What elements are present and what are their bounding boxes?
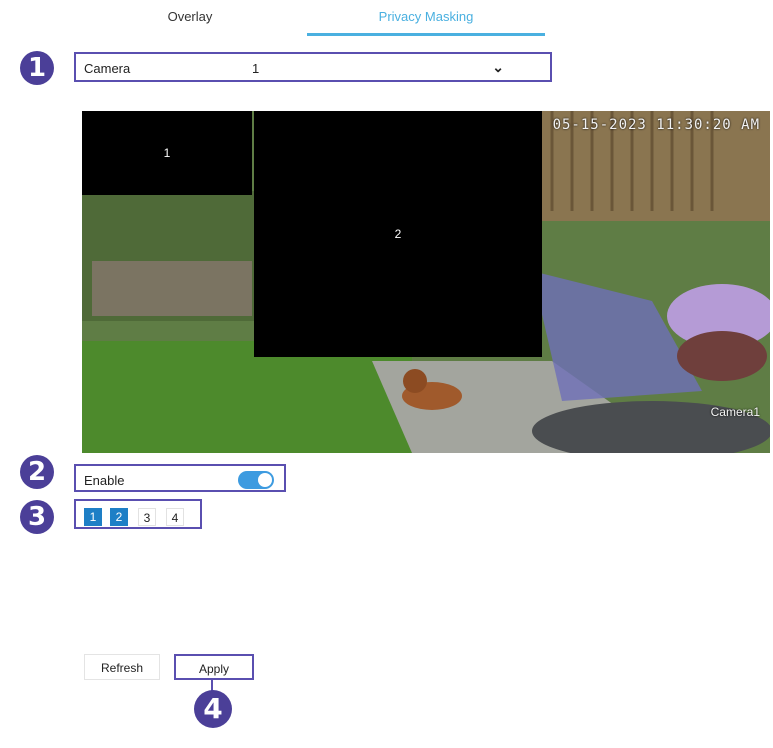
mask-area-selector: 1 2 3 4 [74,499,202,529]
active-tab-indicator [307,33,545,36]
privacy-mask-1-label: 1 [163,146,171,160]
enable-row: Enable [74,464,286,492]
callout-badge-1: 1 [20,51,54,85]
mask-area-2-button[interactable]: 2 [110,508,128,526]
privacy-mask-2[interactable]: 2 [254,111,542,357]
mask-area-3-button[interactable]: 3 [138,508,156,526]
privacy-mask-1[interactable]: 1 [82,111,252,195]
enable-label: Enable [84,473,125,488]
mask-area-1-button[interactable]: 1 [84,508,102,526]
camera-select[interactable]: 1 ⌄ [244,56,514,80]
camera-select-value: 1 [252,61,260,76]
privacy-mask-2-label: 2 [394,227,402,241]
camera-preview[interactable]: 1 2 05-15-2023 11:30:20 AM Camera1 [82,111,770,453]
refresh-button[interactable]: Refresh [84,654,160,680]
apply-button[interactable]: Apply [174,654,254,680]
tab-overlay[interactable]: Overlay [110,0,270,36]
callout-badge-2: 2 [20,455,54,489]
callout-badge-4: 4 [194,690,232,728]
mask-area-4-button[interactable]: 4 [166,508,184,526]
toggle-knob [258,473,272,487]
camera-row: Camera 1 ⌄ [74,52,552,82]
video-timestamp: 05-15-2023 11:30:20 AM [552,117,760,133]
camera-label: Camera [84,61,131,76]
tab-privacy-masking[interactable]: Privacy Masking [307,0,545,36]
enable-toggle[interactable] [238,471,274,489]
chevron-down-icon: ⌄ [492,59,504,75]
video-camera-label: Camera1 [710,405,760,419]
callout-badge-3: 3 [20,500,54,534]
